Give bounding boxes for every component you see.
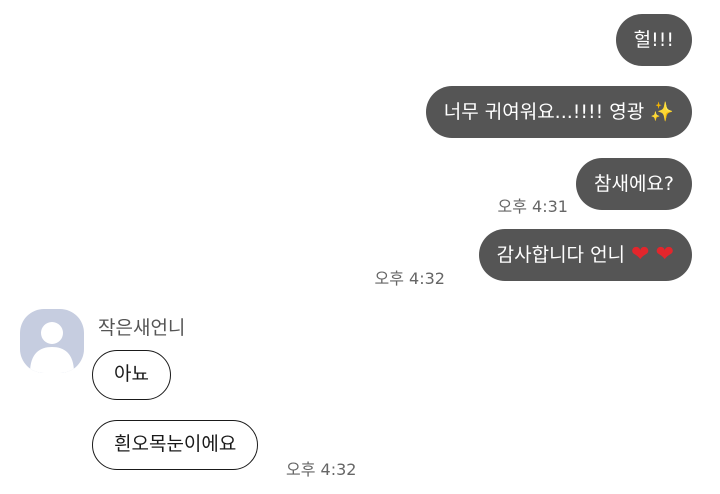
chat-thread: 헐!!! 너무 귀여워요...!!!! 영광 ✨ 오후 4:31 참새에요? 오… [0, 0, 720, 494]
message-timestamp: 오후 4:32 [286, 460, 357, 479]
heart-icon: ❤ [655, 242, 674, 267]
heart-icon: ❤ [631, 242, 650, 267]
message-text: 참새에요? [593, 173, 674, 195]
incoming-message-bubble[interactable]: 아뇨 [92, 350, 171, 400]
message-text: 헐!!! [633, 29, 674, 51]
outgoing-message-bubble[interactable]: 너무 귀여워요...!!!! 영광 ✨ [425, 86, 692, 138]
message-timestamp: 오후 4:32 [374, 269, 445, 288]
message-text: 감사합니다 언니 [496, 244, 626, 266]
message-timestamp: 오후 4:31 [497, 197, 568, 216]
incoming-message-bubble[interactable]: 흰오목눈이에요 [92, 420, 259, 470]
message-text: 흰오목눈이에요 [114, 433, 237, 455]
sender-name: 작은새언니 [98, 317, 186, 339]
outgoing-message-bubble[interactable]: 참새에요? [575, 158, 692, 210]
message-text: 너무 귀여워요...!!!! 영광 [443, 101, 645, 123]
message-text: 아뇨 [114, 363, 149, 385]
sparkles-icon: ✨ [650, 101, 674, 123]
avatar[interactable] [20, 309, 84, 373]
default-profile-icon [30, 322, 74, 373]
outgoing-message-bubble[interactable]: 헐!!! [615, 14, 692, 66]
outgoing-message-bubble[interactable]: 감사합니다 언니 ❤ ❤ [478, 229, 692, 281]
